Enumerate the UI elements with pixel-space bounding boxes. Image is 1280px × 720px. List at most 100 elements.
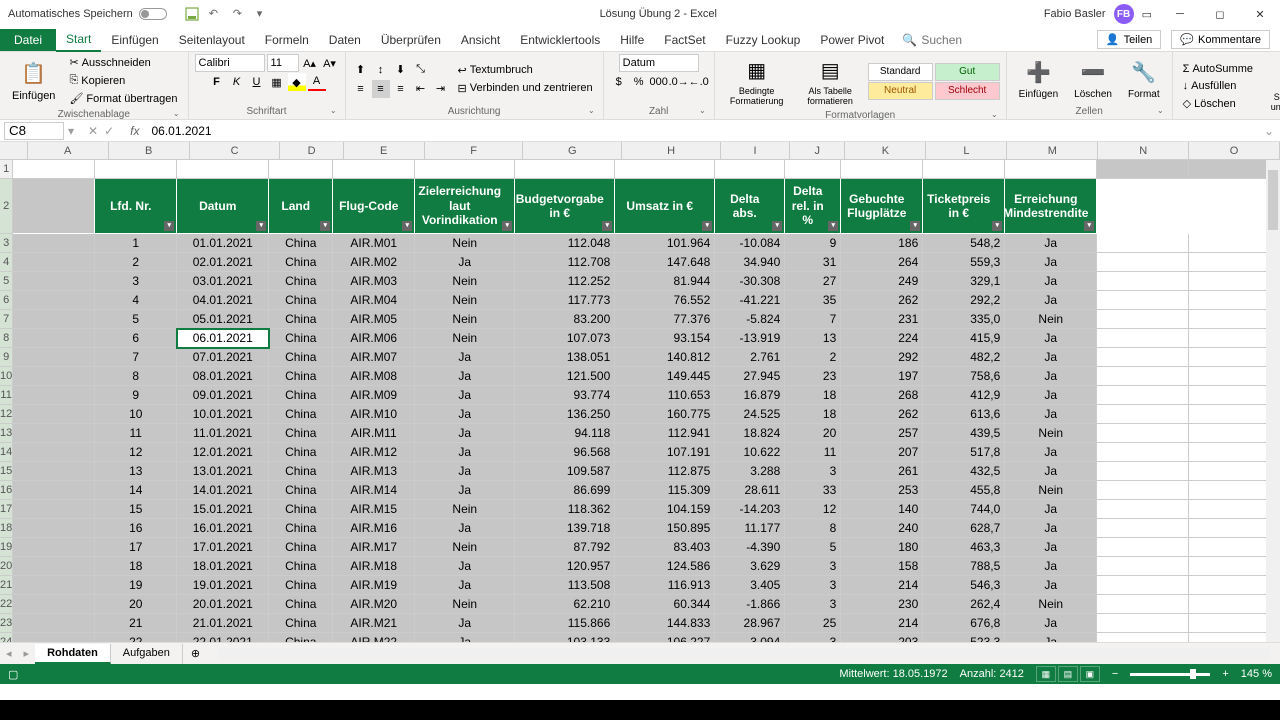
cell[interactable]: [13, 310, 95, 329]
view-layout-icon[interactable]: ▤: [1058, 666, 1078, 682]
cell[interactable]: [415, 160, 515, 179]
cell[interactable]: -4.390: [715, 538, 785, 557]
cell[interactable]: 214: [841, 614, 923, 633]
col-header-B[interactable]: B: [109, 142, 190, 160]
tab-überprüfen[interactable]: Überprüfen: [371, 29, 451, 51]
sheet-tab-rohdaten[interactable]: Rohdaten: [35, 644, 111, 664]
cell[interactable]: 523,3: [923, 633, 1005, 642]
cell[interactable]: 10: [95, 405, 177, 424]
view-break-icon[interactable]: ▣: [1080, 666, 1100, 682]
cell[interactable]: 758,6: [923, 367, 1005, 386]
cell[interactable]: 20: [95, 595, 177, 614]
col-header-G[interactable]: G: [523, 142, 622, 160]
cell[interactable]: 23: [785, 367, 841, 386]
cell[interactable]: [13, 614, 95, 633]
row-header-20[interactable]: 20: [0, 557, 13, 576]
cell[interactable]: China: [269, 576, 333, 595]
style-gut[interactable]: Gut: [935, 63, 1000, 81]
col-header-L[interactable]: L: [926, 142, 1007, 160]
tab-hilfe[interactable]: Hilfe: [610, 29, 654, 51]
cell[interactable]: 12.01.2021: [177, 443, 269, 462]
cell[interactable]: Ja: [1005, 234, 1097, 253]
align-top-icon[interactable]: ⬆: [352, 61, 370, 79]
cell[interactable]: [1097, 234, 1189, 253]
cell[interactable]: 18: [785, 405, 841, 424]
cell[interactable]: [13, 160, 95, 179]
cell[interactable]: 18: [95, 557, 177, 576]
cell[interactable]: 4: [95, 291, 177, 310]
cell[interactable]: Ja: [1005, 462, 1097, 481]
cell[interactable]: Ja: [1005, 348, 1097, 367]
col-header-J[interactable]: J: [790, 142, 845, 160]
record-macro-icon[interactable]: ▢: [8, 668, 18, 681]
cell[interactable]: 09.01.2021: [177, 386, 269, 405]
cell[interactable]: 19: [95, 576, 177, 595]
close-button[interactable]: ✕: [1240, 0, 1280, 28]
cell[interactable]: 77.376: [615, 310, 715, 329]
row-header-22[interactable]: 22: [0, 595, 13, 614]
cell[interactable]: 257: [841, 424, 923, 443]
cell[interactable]: [1097, 329, 1189, 348]
row-header-7[interactable]: 7: [0, 310, 13, 329]
cell[interactable]: [95, 160, 177, 179]
cell[interactable]: [1097, 633, 1189, 642]
cell[interactable]: [13, 424, 95, 443]
cell[interactable]: -5.824: [715, 310, 785, 329]
cell[interactable]: [1097, 253, 1189, 272]
cell[interactable]: 231: [841, 310, 923, 329]
table-header[interactable]: Flug-Code: [333, 179, 415, 234]
cell[interactable]: Nein: [415, 500, 515, 519]
cell[interactable]: [13, 519, 95, 538]
cell[interactable]: [13, 386, 95, 405]
cell[interactable]: 5: [785, 538, 841, 557]
cell[interactable]: 21.01.2021: [177, 614, 269, 633]
cell[interactable]: 268: [841, 386, 923, 405]
cell[interactable]: Ja: [1005, 443, 1097, 462]
cell[interactable]: Ja: [415, 424, 515, 443]
cell[interactable]: [269, 160, 333, 179]
cell[interactable]: AIR.M04: [333, 291, 415, 310]
col-header-K[interactable]: K: [845, 142, 926, 160]
col-header-N[interactable]: N: [1098, 142, 1189, 160]
cell[interactable]: 11.177: [715, 519, 785, 538]
row-header-24[interactable]: 24: [0, 633, 13, 642]
cell[interactable]: 60.344: [615, 595, 715, 614]
fill-color-icon[interactable]: ◆: [288, 73, 306, 91]
insert-cells-button[interactable]: ➕Einfügen: [1013, 57, 1064, 102]
cell[interactable]: 17: [95, 538, 177, 557]
user-avatar[interactable]: FB: [1114, 4, 1134, 24]
cell[interactable]: 16.879: [715, 386, 785, 405]
cell[interactable]: 19.01.2021: [177, 576, 269, 595]
cell[interactable]: 10.622: [715, 443, 785, 462]
cell[interactable]: [13, 443, 95, 462]
undo-icon[interactable]: ↶: [209, 7, 223, 21]
select-all-corner[interactable]: [0, 142, 28, 160]
cell[interactable]: 16: [95, 519, 177, 538]
cell[interactable]: 10.01.2021: [177, 405, 269, 424]
cell[interactable]: 3: [785, 557, 841, 576]
format-painter-button[interactable]: 🖌Format übertragen: [65, 90, 181, 107]
cell[interactable]: 3.405: [715, 576, 785, 595]
cell[interactable]: 3.094: [715, 633, 785, 642]
cell[interactable]: Ja: [415, 386, 515, 405]
sheet-tab-aufgaben[interactable]: Aufgaben: [111, 644, 183, 664]
col-header-F[interactable]: F: [425, 142, 524, 160]
cell[interactable]: 138.051: [515, 348, 615, 367]
style-neutral[interactable]: Neutral: [868, 82, 933, 100]
cell[interactable]: [1097, 462, 1189, 481]
cell[interactable]: [13, 633, 95, 642]
cell[interactable]: 415,9: [923, 329, 1005, 348]
cell[interactable]: Ja: [1005, 538, 1097, 557]
cell[interactable]: [13, 272, 95, 291]
cell[interactable]: 124.586: [615, 557, 715, 576]
tab-entwicklertools[interactable]: Entwicklertools: [510, 29, 610, 51]
formula-input[interactable]: [146, 124, 1258, 138]
inc-decimal-icon[interactable]: .0→: [670, 73, 688, 91]
cell[interactable]: 203: [841, 633, 923, 642]
cell[interactable]: Ja: [415, 348, 515, 367]
format-cells-button[interactable]: 🔧Format: [1122, 57, 1166, 102]
cell[interactable]: 3: [785, 595, 841, 614]
zoom-thumb[interactable]: [1190, 669, 1196, 679]
row-header-14[interactable]: 14: [0, 443, 13, 462]
cell[interactable]: 93.774: [515, 386, 615, 405]
